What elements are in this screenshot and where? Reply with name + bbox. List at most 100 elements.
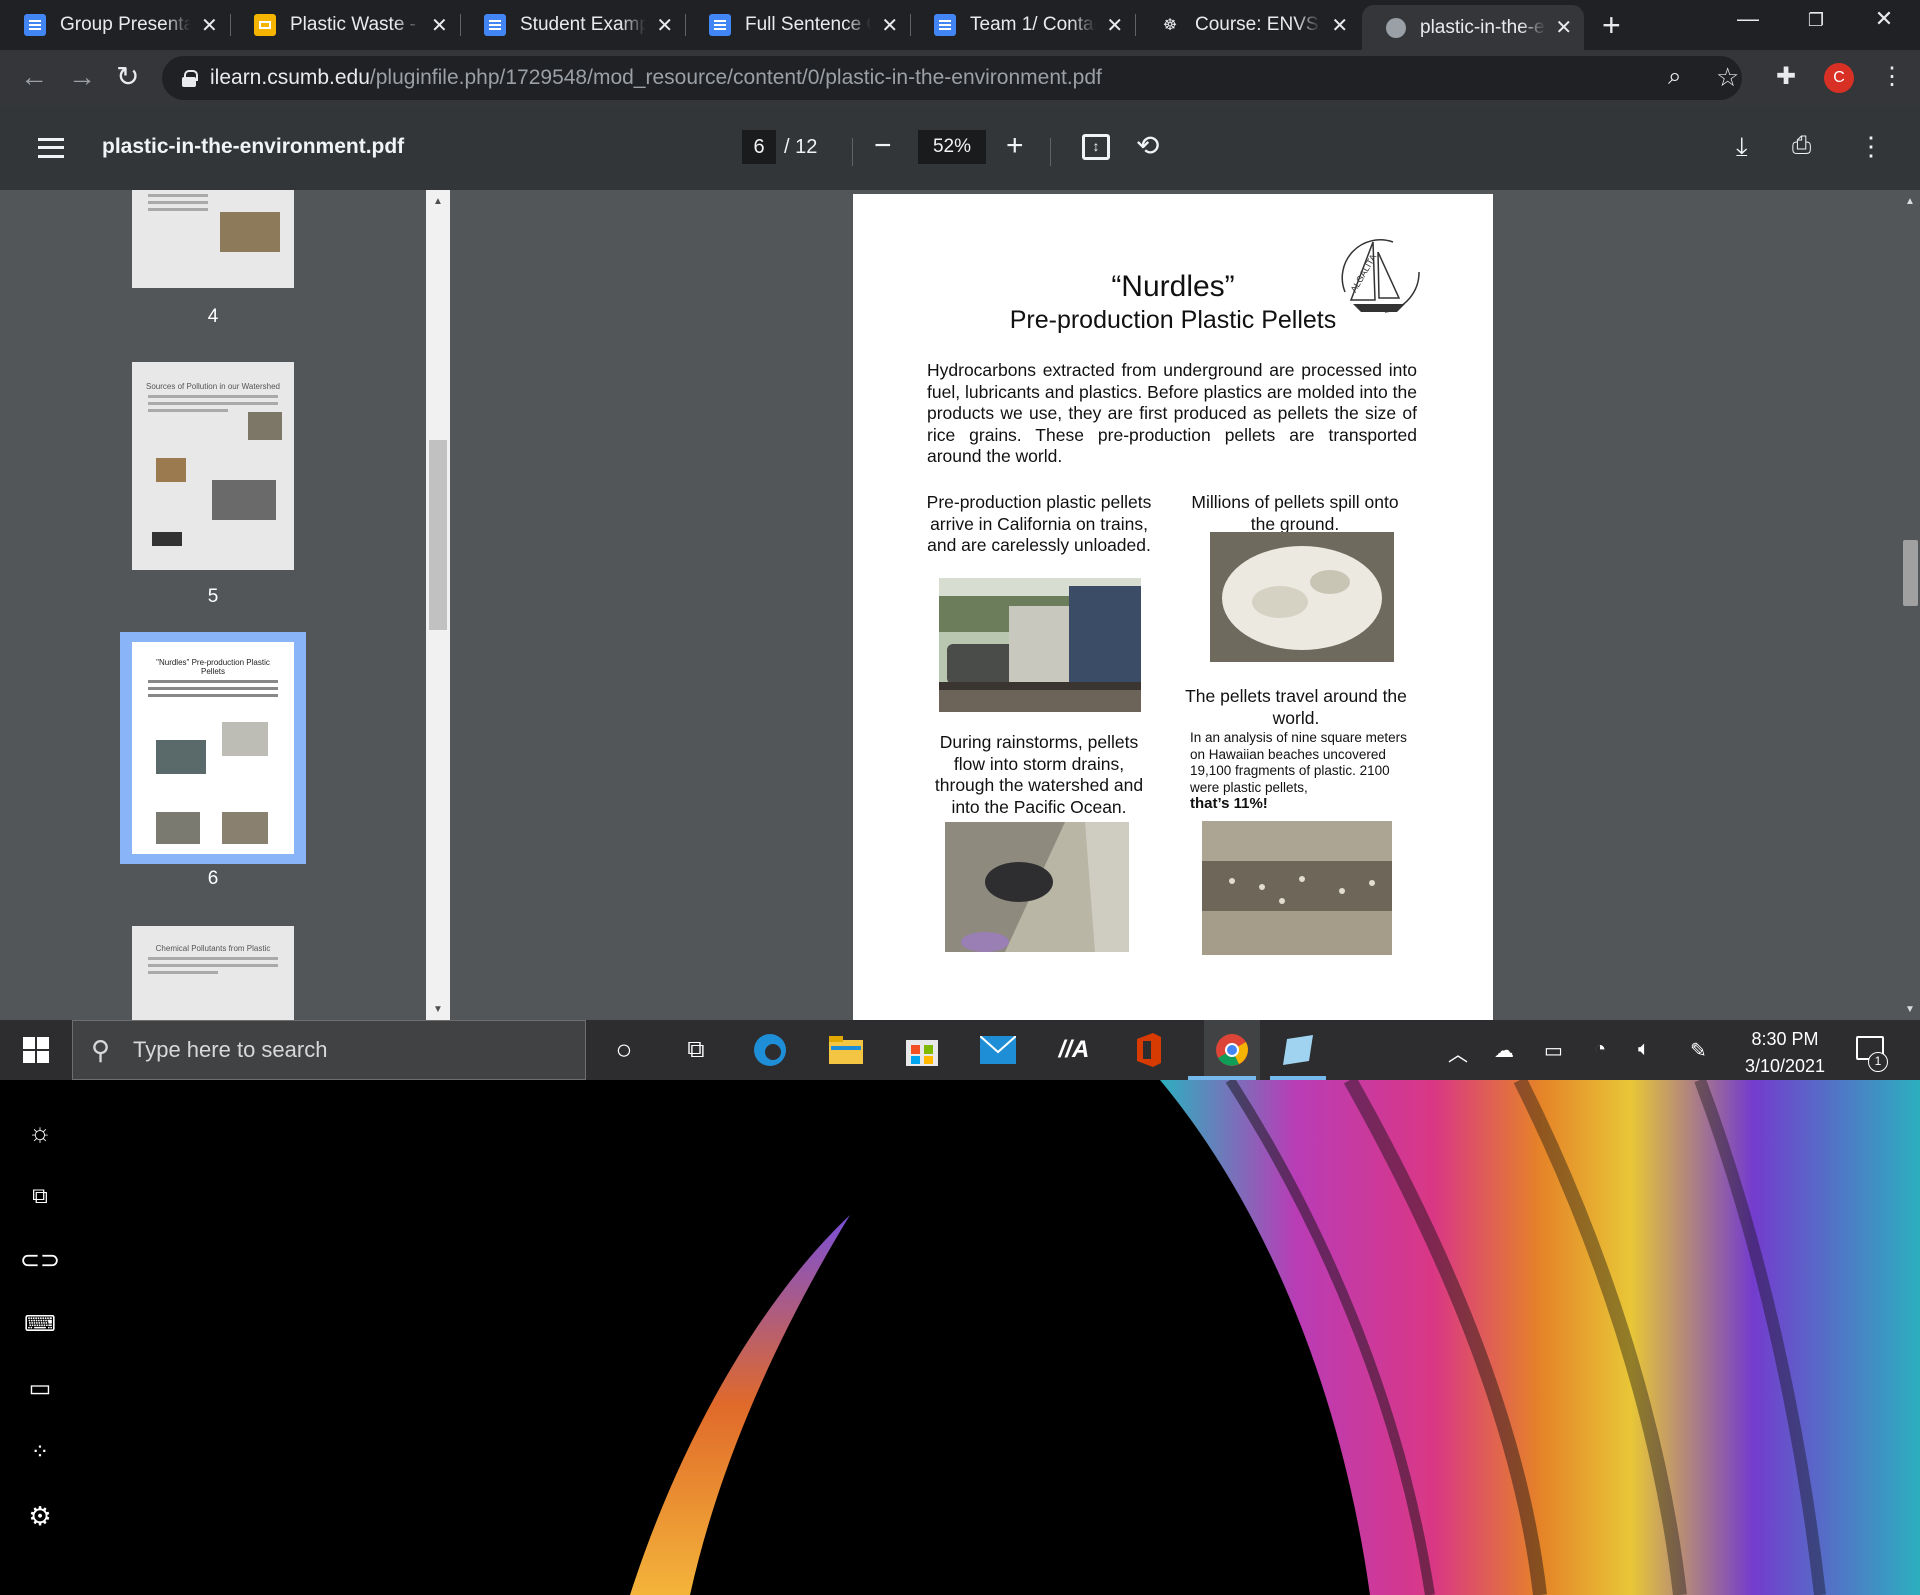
tab-plastic-waste[interactable]: Plastic Waste - C ✕	[230, 5, 460, 45]
address-bar[interactable]: ilearn.csumb.edu/pluginfile.php/1729548/…	[162, 56, 1742, 100]
file-explorer-icon[interactable]	[828, 1032, 864, 1068]
close-icon[interactable]: ✕	[1554, 15, 1574, 40]
thumbnail-image	[156, 740, 206, 774]
scroll-down-arrow-icon[interactable]: ▼	[426, 1004, 450, 1015]
chrome-menu-icon[interactable]: ⋮	[1880, 62, 1904, 92]
rotate-icon[interactable]: ⟲	[1136, 128, 1159, 164]
tab-team-contact[interactable]: Team 1/ Contact ✕	[910, 5, 1135, 45]
thumbnail-page-5[interactable]: Sources of Pollution in our Watershed	[132, 362, 294, 570]
thumbnail-page-6[interactable]: "Nurdles" Pre-production Plastic Pellets	[132, 642, 294, 854]
tab-plastic-in-the-environment[interactable]: plastic-in-the-en ✕	[1362, 5, 1584, 50]
page-number-input[interactable]: 6	[742, 130, 776, 164]
scroll-up-arrow-icon[interactable]: ▲	[426, 196, 450, 207]
microsoft-store-icon[interactable]	[904, 1032, 940, 1068]
spilled-pellets-photo	[1210, 532, 1394, 662]
thumbnail-page-7[interactable]: Chemical Pollutants from Plastic	[132, 926, 294, 1020]
tab-group-presentation[interactable]: Group Presentat ✕	[0, 5, 230, 45]
screen-share-icon[interactable]: ⧉	[22, 1178, 58, 1214]
caption-travel-emphasis: that’s 11%!	[1190, 795, 1268, 812]
extensions-icon[interactable]: ✚	[1776, 62, 1796, 92]
print-icon[interactable]: ⎙	[1792, 128, 1811, 164]
zoom-in-button[interactable]: +	[1006, 128, 1024, 164]
desktop-wallpaper	[0, 1080, 1920, 1595]
pdf-toolbar: plastic-in-the-environment.pdf 6 / 12 − …	[0, 106, 1920, 190]
profile-avatar[interactable]: C	[1824, 63, 1854, 93]
apps-grid-icon[interactable]: ⁘	[22, 1434, 58, 1470]
close-icon[interactable]: ✕	[879, 13, 900, 38]
moodle-icon: ☸	[1162, 17, 1178, 34]
taskbar-search-box[interactable]: ⚲ Type here to search	[72, 1020, 586, 1080]
thumbnail-image	[156, 812, 200, 844]
onedrive-icon[interactable]: ☁	[1494, 1038, 1514, 1063]
url-host: ilearn.csumb.edu	[210, 66, 370, 89]
zoom-search-icon[interactable]: ⌕	[1668, 62, 1681, 92]
back-arrow-icon[interactable]: ←	[20, 62, 48, 92]
caption-trains: Pre-production plastic pellets arrive in…	[926, 492, 1152, 555]
task-view-icon[interactable]: ⧉	[678, 1032, 714, 1068]
mail-icon[interactable]	[980, 1032, 1016, 1068]
scroll-up-arrow-icon[interactable]: ▲	[1898, 196, 1920, 207]
thumbnail-image	[248, 412, 282, 440]
windows-start-icon[interactable]	[18, 1032, 54, 1068]
tab-title: Team 1/ Contact	[970, 14, 1097, 35]
chrome-icon[interactable]	[1204, 1020, 1260, 1080]
sidebar-scroll-thumb[interactable]	[429, 440, 447, 630]
close-icon[interactable]: ✕	[654, 13, 675, 38]
intro-paragraph: Hydrocarbons extracted from underground …	[927, 360, 1417, 466]
restore-button[interactable]: ❐	[1786, 10, 1846, 31]
download-icon[interactable]: ⤓	[1736, 128, 1748, 164]
new-tab-button[interactable]: +	[1602, 8, 1621, 42]
reload-icon[interactable]: ↻	[116, 62, 139, 92]
clock-date: 3/10/2021	[1744, 1056, 1826, 1076]
thumbnail-image	[220, 212, 280, 252]
snip-app-icon[interactable]	[1280, 1032, 1316, 1068]
algalita-logo: ALGALITA	[1341, 239, 1420, 313]
cortana-icon[interactable]: ○	[606, 1032, 642, 1068]
laptop-icon[interactable]: ▭	[22, 1370, 58, 1406]
menu-icon[interactable]	[38, 138, 64, 158]
thumbnail-image	[222, 812, 268, 844]
wifi-icon[interactable]: ◔	[1594, 1038, 1606, 1061]
autodesk-icon[interactable]: //A	[1056, 1032, 1092, 1068]
thumbnail-page-4[interactable]	[132, 190, 294, 288]
tab-title: Group Presentat	[60, 14, 191, 35]
tab-full-sentence[interactable]: Full Sentence Ou ✕	[685, 5, 910, 45]
tab-title: Student Example	[520, 14, 647, 35]
fit-to-page-icon[interactable]: ↕	[1082, 134, 1110, 160]
storm-drain-photo	[945, 822, 1129, 952]
show-hidden-icons-chevron-icon[interactable]: ︿	[1448, 1038, 1468, 1067]
pdf-filename: plastic-in-the-environment.pdf	[102, 135, 405, 158]
thumbnail-label: 4	[207, 306, 219, 327]
settings-gear-icon[interactable]: ⚙	[22, 1498, 58, 1534]
zoom-level-input[interactable]: 52%	[918, 130, 986, 164]
bookmark-star-icon[interactable]: ☆	[1716, 62, 1739, 92]
link-icon[interactable]: ⊂⊃	[20, 1242, 60, 1278]
more-options-icon[interactable]: ⋮	[1858, 128, 1884, 164]
minimize-button[interactable]: —	[1718, 6, 1778, 32]
brightness-icon[interactable]: ☼	[22, 1114, 58, 1150]
keyboard-icon[interactable]: ⌨	[22, 1306, 58, 1342]
office-icon[interactable]	[1130, 1032, 1166, 1068]
url-path: /pluginfile.php/1729548/mod_resource/con…	[369, 66, 1102, 89]
window-close-button[interactable]: ✕	[1854, 6, 1914, 32]
close-icon[interactable]: ✕	[1329, 13, 1350, 38]
viewer-scroll-thumb[interactable]	[1903, 540, 1918, 606]
close-icon[interactable]: ✕	[199, 13, 220, 38]
tab-student-example[interactable]: Student Example ✕	[460, 5, 685, 45]
battery-icon[interactable]: ▭	[1544, 1038, 1563, 1063]
desktop-side-panel: ☼ ⧉ ⊂⊃ ⌨ ▭ ⁘ ⚙	[0, 1080, 80, 1595]
taskbar-clock[interactable]: 8:30 PM 3/10/2021	[1730, 1026, 1840, 1080]
thumbnail-title: Sources of Pollution in our Watershed	[146, 382, 280, 391]
volume-icon[interactable]: 🔈︎	[1638, 1038, 1650, 1061]
tab-course[interactable]: ☸ Course: ENVS20 ✕	[1135, 5, 1360, 45]
close-icon[interactable]: ✕	[429, 13, 450, 38]
forward-arrow-icon[interactable]: →	[68, 62, 96, 92]
pen-icon[interactable]: ✎	[1690, 1038, 1707, 1063]
thumbnail-image	[222, 722, 268, 756]
scroll-down-arrow-icon[interactable]: ▼	[1898, 1004, 1920, 1015]
close-icon[interactable]: ✕	[1104, 13, 1125, 38]
thumbnail-image	[212, 480, 276, 520]
thumbnail-label: 5	[207, 586, 219, 607]
edge-icon[interactable]	[752, 1032, 788, 1068]
zoom-out-button[interactable]: −	[874, 128, 892, 164]
